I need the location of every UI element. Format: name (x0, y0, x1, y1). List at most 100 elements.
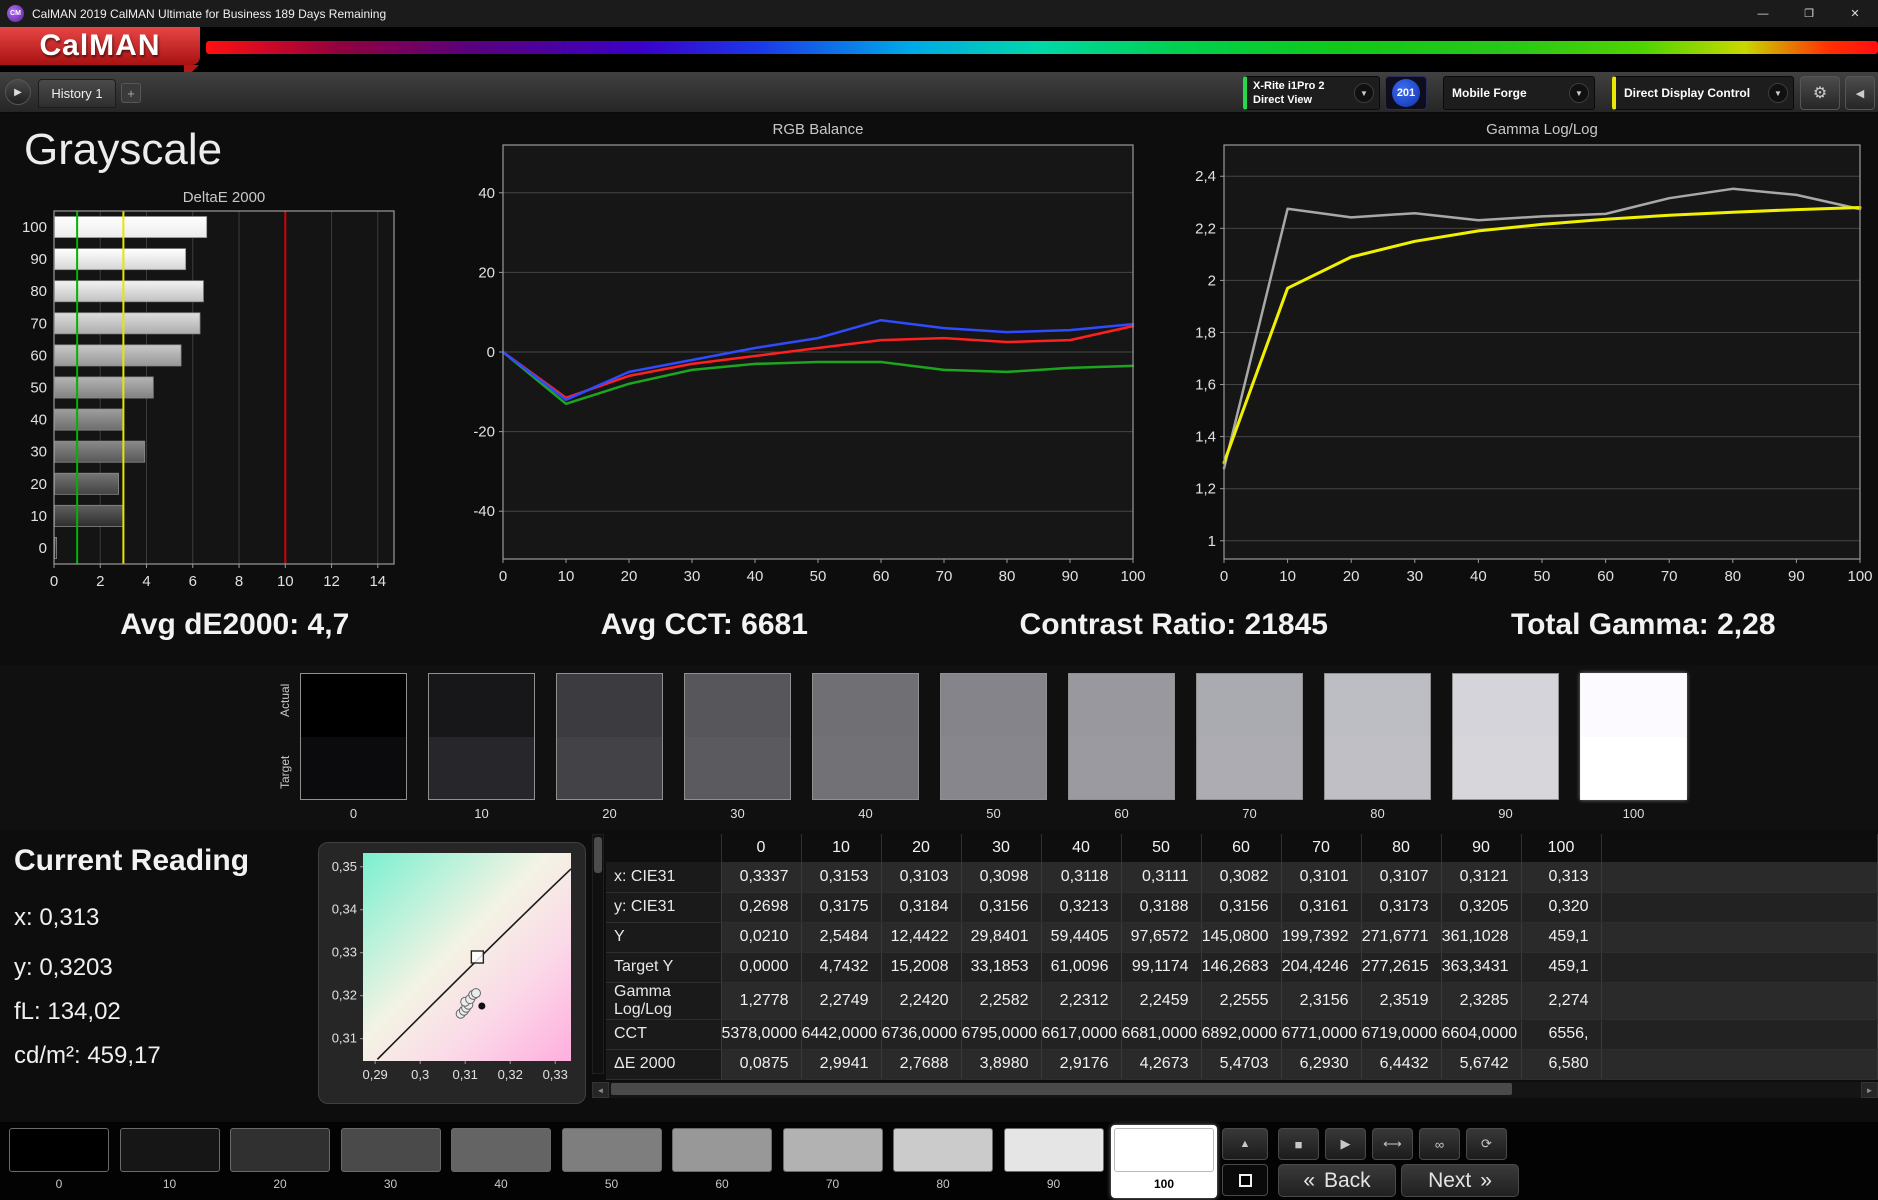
bottom-panel: Current Reading x: 0,313 y: 0,3203 fL: 1… (0, 830, 1878, 1122)
continuous-measure-button[interactable]: ∞ (1419, 1128, 1460, 1160)
maximize-button[interactable]: ❐ (1786, 0, 1832, 27)
swatch-target-half (1069, 736, 1174, 799)
scroll-left-icon[interactable]: ◄ (592, 1082, 609, 1098)
measurement-table: 0 10 20 30 40 50 60 70 80 90 100 x: CIE31 0,3337 0,31… (606, 834, 1878, 1080)
svg-text:50: 50 (30, 380, 47, 397)
meter-dropdown[interactable]: X-Rite i1Pro 2 Direct View ▼ (1243, 76, 1380, 110)
patch-color (1114, 1128, 1214, 1172)
measure-once-button[interactable]: ⟷ (1372, 1128, 1413, 1160)
chevron-down-icon[interactable]: ▼ (1354, 83, 1374, 103)
table-cell: 0,3188 (1121, 892, 1202, 923)
table-cell: 0,3118 (1041, 862, 1122, 893)
spectrum-bar (206, 41, 1878, 54)
svg-text:1,4: 1,4 (1195, 429, 1216, 446)
table-cell: 5,4703 (1201, 1049, 1282, 1080)
table-cell: 4,2673 (1121, 1049, 1202, 1080)
next-button[interactable]: Next » (1401, 1164, 1519, 1197)
page-title: Grayscale (24, 125, 223, 174)
stop-button[interactable]: ■ (1278, 1128, 1319, 1160)
svg-text:40: 40 (1470, 568, 1487, 585)
table-corner-cell (606, 834, 722, 862)
svg-text:20: 20 (1343, 568, 1360, 585)
patch-up-button[interactable]: ▲ (1222, 1128, 1268, 1160)
row-label: x: CIE31 (606, 862, 722, 893)
table-cell: 6681,0000 (1121, 1019, 1202, 1050)
patch-window-button[interactable] (1222, 1164, 1268, 1196)
refresh-button[interactable]: ⟳ (1466, 1128, 1507, 1160)
svg-text:0: 0 (39, 540, 47, 557)
display-control-dropdown[interactable]: Direct Display Control ▼ (1612, 76, 1794, 110)
svg-text:100: 100 (22, 219, 47, 236)
table-cell: 0,2698 (721, 892, 802, 923)
grayscale-patch-0[interactable]: 0 (6, 1125, 112, 1198)
grayscale-patch-80[interactable]: 80 (890, 1125, 996, 1198)
horizontal-scrollbar-track[interactable] (609, 1082, 1861, 1098)
source-dropdown[interactable]: Mobile Forge ▼ (1443, 76, 1595, 110)
add-tab-button[interactable]: + (121, 83, 141, 103)
chevron-down-icon[interactable]: ▼ (1768, 83, 1788, 103)
grayscale-swatch-100: 100 (1580, 673, 1687, 821)
vertical-scrollbar-thumb[interactable] (594, 837, 602, 873)
table-cell: 0,3098 (961, 862, 1042, 893)
swatch-label: 20 (602, 806, 617, 821)
table-cell: 0,3337 (721, 862, 802, 893)
grayscale-patch-70[interactable]: 70 (780, 1125, 886, 1198)
table-filler-cell (1601, 1049, 1878, 1080)
svg-text:50: 50 (810, 568, 827, 585)
table-cell: 2,2555 (1201, 982, 1282, 1020)
patch-color (119, 1128, 220, 1172)
table-cell: 2,274 (1521, 982, 1602, 1020)
grayscale-patch-60[interactable]: 60 (669, 1125, 775, 1198)
horizontal-scrollbar-thumb[interactable] (611, 1083, 1513, 1095)
swatch-target-half (557, 736, 662, 799)
grayscale-patch-90[interactable]: 90 (1001, 1125, 1107, 1198)
svg-text:-40: -40 (473, 503, 495, 520)
patch-color (893, 1128, 993, 1172)
table-filler-cell (1601, 862, 1878, 893)
grayscale-patch-30[interactable]: 30 (338, 1125, 444, 1198)
grayscale-patch-10[interactable]: 10 (117, 1125, 223, 1198)
close-button[interactable]: ✕ (1832, 0, 1878, 27)
scroll-right-icon[interactable]: ► (1861, 1082, 1878, 1098)
swatch-label: 30 (730, 806, 745, 821)
table-cell: 0,3213 (1041, 892, 1122, 923)
swatch-label: 90 (1498, 806, 1513, 821)
grayscale-patch-40[interactable]: 40 (448, 1125, 554, 1198)
svg-text:0,32: 0,32 (332, 988, 357, 1003)
swatch-patch (812, 673, 919, 800)
table-horizontal-scrollbar[interactable]: ◄ ► (592, 1082, 1878, 1098)
collapse-panel-icon[interactable]: ◀ (1845, 76, 1875, 110)
back-button[interactable]: « Back (1278, 1164, 1396, 1197)
swatch-actual-half (941, 674, 1046, 737)
tab-scroll-icon[interactable]: ▶ (5, 79, 31, 105)
patch-color (782, 1128, 883, 1172)
patch-label: 70 (825, 1177, 840, 1191)
tab-history-1[interactable]: History 1 (38, 79, 116, 108)
table-cell: 271,6771 (1361, 922, 1442, 953)
grayscale-patch-20[interactable]: 20 (227, 1125, 333, 1198)
minimize-button[interactable]: — (1740, 0, 1786, 27)
chevron-down-icon[interactable]: ▼ (1569, 83, 1589, 103)
table-cell: 4,7432 (801, 952, 882, 983)
svg-text:0,31: 0,31 (453, 1067, 478, 1082)
svg-text:0,32: 0,32 (498, 1067, 523, 1082)
table-cell: 2,3519 (1361, 982, 1442, 1020)
svg-text:80: 80 (999, 568, 1016, 585)
next-button-label: Next (1428, 1168, 1472, 1192)
table-cell: 3,8980 (961, 1049, 1042, 1080)
gear-icon[interactable]: ⚙ (1800, 76, 1840, 110)
play-button[interactable]: ▶ (1325, 1128, 1366, 1160)
swatch-label: 80 (1370, 806, 1385, 821)
svg-text:0,29: 0,29 (362, 1067, 387, 1082)
table-vertical-scrollbar[interactable] (592, 834, 604, 1074)
grayscale-patch-100[interactable]: 100 (1111, 1125, 1217, 1198)
svg-text:0: 0 (50, 573, 58, 590)
column-header-60: 60 (1201, 834, 1282, 862)
swatch-label: 60 (1114, 806, 1129, 821)
table-cell: 61,0096 (1041, 952, 1122, 983)
table-cell: 33,1853 (961, 952, 1042, 983)
svg-text:10: 10 (1279, 568, 1296, 585)
patch-color (672, 1128, 772, 1172)
grayscale-patch-50[interactable]: 50 (559, 1125, 665, 1198)
table-cell: 0,3184 (881, 892, 962, 923)
